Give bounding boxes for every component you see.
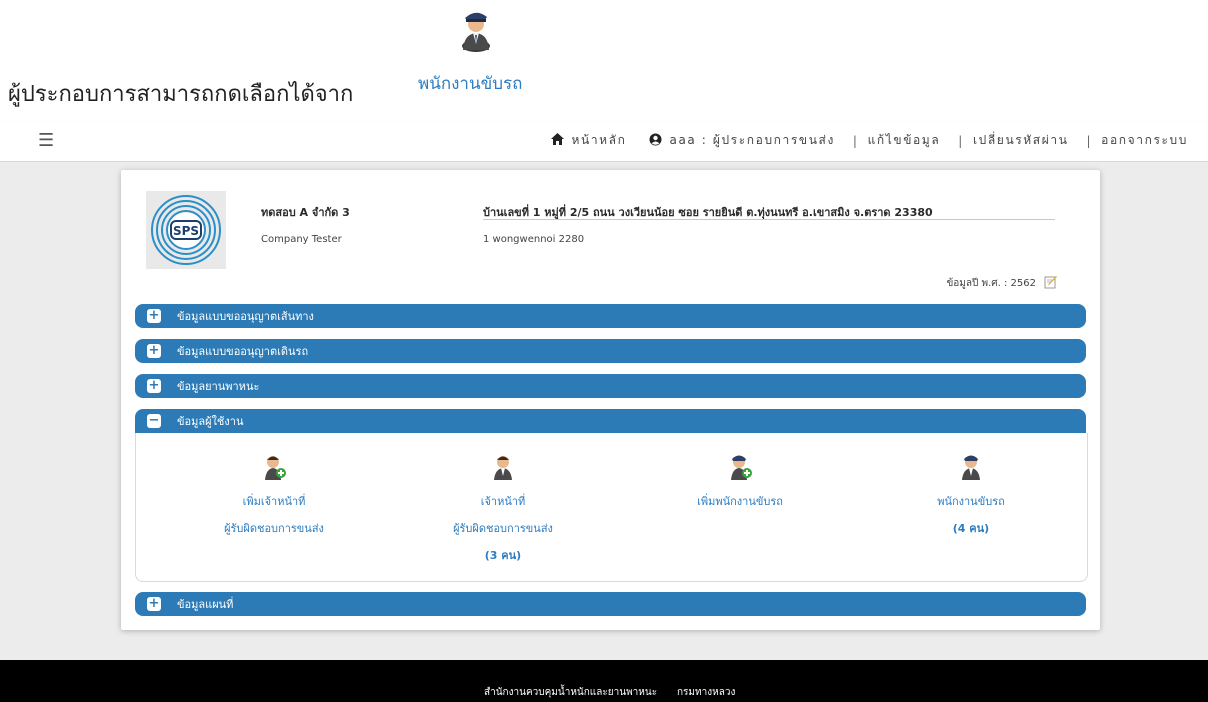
hint-text: ผู้ประกอบการสามารถกดเลือกได้จาก — [8, 82, 354, 107]
section-users[interactable]: − ข้อมูลผู้ใช้งาน — [135, 409, 1086, 433]
nav-separator: | — [1086, 133, 1093, 148]
section-operation-permit[interactable]: + ข้อมูลแบบขออนุญาตเดินรถ — [135, 339, 1086, 363]
nav-links: หน้าหลัก aaa : ผู้ประกอบการขนส่ง | แก้ไข… — [550, 131, 1188, 150]
nav-edit-profile[interactable]: แก้ไขข้อมูล — [868, 131, 941, 150]
add-driver-icon — [727, 452, 753, 480]
driver-link[interactable]: พนักงานขับรถ — [418, 70, 522, 97]
footer: สำนักงานควบคุมน้ำหนักและยานพาหนะ กรมทางห… — [0, 660, 1208, 702]
user-circle-icon — [649, 133, 662, 149]
add-officer-icon — [261, 452, 287, 480]
nav-user[interactable]: aaa : ผู้ประกอบการขนส่ง — [649, 131, 835, 150]
nav-separator: | — [958, 133, 964, 148]
add-officer-item[interactable]: เพิ่มเจ้าหน้าที่ ผู้รับผิดชอบการขนส่ง — [174, 452, 374, 542]
section-label: ข้อมูลแบบขออนุญาตเดินรถ — [177, 345, 309, 358]
company-name: ทดสอบ A จำกัด 3 — [261, 206, 350, 219]
add-driver-item[interactable]: เพิ่มพนักงานขับรถ — [640, 452, 840, 515]
year-label: ข้อมูลปี พ.ศ. : 2562 — [946, 278, 1036, 289]
company-card: SPS ทดสอบ A จำกัด 3 Company Tester บ้านเ… — [121, 170, 1100, 630]
officer-item[interactable]: เจ้าหน้าที่ ผู้รับผิดชอบการขนส่ง (3 คน) — [403, 452, 603, 569]
officer-line2: ผู้รับผิดชอบการขนส่ง — [453, 522, 553, 535]
nav-logout[interactable]: ออกจากระบบ — [1101, 131, 1188, 150]
section-label: ข้อมูลผู้ใช้งาน — [177, 415, 244, 428]
section-label: ข้อมูลแบบขออนุญาตเส้นทาง — [177, 310, 314, 323]
driver-count: (4 คน) — [952, 522, 990, 535]
section-vehicles[interactable]: + ข้อมูลยานพาหนะ — [135, 374, 1086, 398]
driver-line1: พนักงานขับรถ — [937, 495, 1005, 508]
expand-icon: + — [147, 378, 161, 393]
section-map[interactable]: + ข้อมูลแผนที่ — [135, 592, 1086, 616]
driver-icon — [452, 6, 500, 52]
edit-icon[interactable] — [1044, 274, 1058, 289]
nav-separator: | — [852, 133, 859, 148]
driver-item[interactable]: พนักงานขับรถ (4 คน) — [871, 452, 1071, 542]
add-driver-line1: เพิ่มพนักงานขับรถ — [697, 495, 783, 508]
footer-dept: กรมทางหลวง — [677, 687, 736, 698]
expand-icon: + — [147, 596, 161, 611]
nav-home-label: หน้าหลัก — [571, 133, 627, 147]
officer-line1: เจ้าหน้าที่ — [480, 495, 526, 508]
company-address-en: 1 wongwennoi 2280 — [483, 234, 585, 245]
nav-user-label: aaa : ผู้ประกอบการขนส่ง — [669, 133, 835, 147]
home-icon — [550, 133, 564, 148]
menu-icon[interactable]: ☰ — [38, 130, 54, 151]
expand-icon: + — [147, 343, 161, 358]
logo-text: SPS — [173, 224, 199, 238]
nav-change-password[interactable]: เปลี่ยนรหัสผ่าน — [973, 131, 1069, 150]
collapse-icon: − — [147, 413, 161, 428]
company-logo: SPS — [146, 191, 226, 269]
add-officer-line1: เพิ่มเจ้าหน้าที่ — [242, 495, 306, 508]
section-route-permit[interactable]: + ข้อมูลแบบขออนุญาตเส้นทาง — [135, 304, 1086, 328]
expand-icon: + — [147, 308, 161, 323]
officer-count: (3 คน) — [484, 549, 522, 562]
driver-icon — [958, 452, 984, 480]
section-label: ข้อมูลแผนที่ — [177, 598, 234, 611]
address-divider — [483, 219, 1055, 220]
officer-icon — [490, 452, 516, 480]
footer-agency: สำนักงานควบคุมน้ำหนักและยานพาหนะ — [484, 687, 658, 698]
add-officer-line2: ผู้รับผิดชอบการขนส่ง — [224, 522, 324, 535]
navbar: ☰ หน้าหลัก aaa : ผู้ประกอบการขนส่ง | แก้… — [0, 121, 1208, 162]
nav-home[interactable]: หน้าหลัก — [550, 131, 627, 150]
section-label: ข้อมูลยานพาหนะ — [177, 380, 260, 393]
company-name-en: Company Tester — [261, 234, 342, 245]
